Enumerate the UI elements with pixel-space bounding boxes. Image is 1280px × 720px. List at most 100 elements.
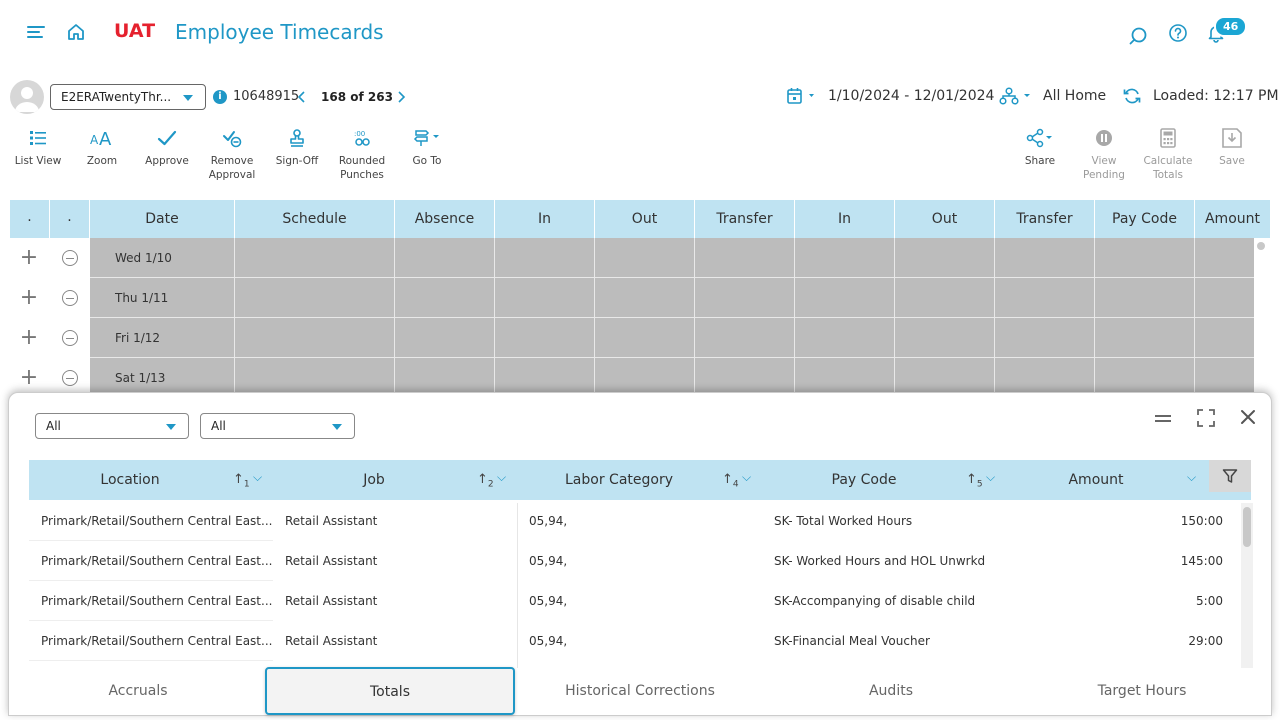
zoom-label: Zoom [86, 155, 118, 167]
share-button[interactable]: Share [1008, 126, 1072, 168]
signpost-icon [395, 126, 459, 150]
share-label: Share [1024, 155, 1056, 167]
list-view-label: List View [14, 155, 62, 167]
approve-button[interactable]: Approve [135, 126, 199, 168]
column-date[interactable]: Date [90, 200, 235, 238]
info-icon[interactable]: i [213, 90, 227, 104]
date-range[interactable]: 1/10/2024 - 12/01/2024 [828, 88, 994, 104]
column-job[interactable]: Job [273, 460, 475, 500]
add-row-icon[interactable]: + [10, 238, 48, 278]
view-pending-button[interactable]: View Pending [1072, 126, 1136, 182]
remove-row-icon[interactable] [62, 250, 78, 266]
column-transfer[interactable]: Transfer [695, 200, 795, 238]
column-in[interactable]: In [495, 200, 595, 238]
hierarchy-picker[interactable] [999, 87, 1037, 109]
remove-approval-icon [200, 126, 264, 150]
sort-labor-category[interactable]: ↑4 [722, 472, 739, 490]
calendar-picker[interactable] [786, 87, 822, 109]
table-row[interactable]: + Fri 1/12 [10, 318, 1254, 358]
approve-label: Approve [145, 155, 189, 167]
table-row[interactable]: + Thu 1/11 [10, 278, 1254, 318]
sign-off-button[interactable]: Sign-Off [265, 126, 329, 168]
list-view-button[interactable]: List View [6, 126, 70, 168]
cell-amount: 150:00 [1180, 514, 1223, 528]
remove-row-icon[interactable] [62, 290, 78, 306]
cell-labor: 05,94, [529, 594, 568, 608]
view-pending-label: View Pending [1083, 155, 1125, 181]
table-row[interactable]: Primark/Retail/Southern Central East... … [29, 581, 1251, 621]
remove-approval-button[interactable]: Remove Approval [200, 126, 264, 182]
remove-row-icon[interactable] [62, 330, 78, 346]
calculator-icon [1136, 126, 1200, 150]
filter-select-1-value: All [46, 419, 61, 433]
employee-id: 10648915 [233, 89, 300, 104]
cell-labor: 05,94, [529, 554, 568, 568]
next-employee-button[interactable] [396, 89, 406, 109]
column-in-2[interactable]: In [795, 200, 895, 238]
filter-select-1[interactable]: All [35, 413, 189, 439]
chevron-down-icon[interactable]: ⌵ [742, 470, 751, 485]
chevron-down-icon[interactable]: ⌵ [986, 470, 995, 485]
tab-accruals[interactable]: Accruals [13, 668, 263, 714]
tab-totals[interactable]: Totals [265, 667, 515, 715]
calculate-totals-button[interactable]: Calculate Totals [1136, 126, 1200, 182]
filter-button[interactable] [1209, 460, 1251, 492]
scrollbar-thumb[interactable] [1243, 507, 1251, 547]
table-row[interactable]: Primark/Retail/Southern Central East... … [29, 621, 1251, 661]
column-location[interactable]: Location [29, 460, 231, 500]
go-to-button[interactable]: Go To [395, 126, 459, 168]
expand-icon[interactable] [1196, 408, 1216, 432]
table-row[interactable]: Primark/Retail/Southern Central East... … [29, 501, 1251, 541]
sort-pay-code[interactable]: ↑5 [966, 472, 983, 490]
rounded-punches-button[interactable]: :00 Rounded Punches [330, 126, 394, 182]
filter-select-2[interactable]: All [200, 413, 355, 439]
remove-row-icon[interactable] [62, 370, 78, 386]
column-pay-code[interactable]: Pay Code [1095, 200, 1195, 238]
sort-job[interactable]: ↑2 [477, 472, 494, 490]
zoom-button[interactable]: AA Zoom [70, 126, 134, 168]
menu-icon[interactable] [24, 20, 48, 44]
totals-scrollbar[interactable] [1241, 503, 1253, 668]
minimize-icon[interactable] [1153, 411, 1173, 430]
help-icon[interactable] [1166, 21, 1190, 45]
chevron-down-icon[interactable]: ⌵ [253, 470, 262, 485]
sort-location[interactable]: ↑1 [233, 472, 250, 490]
save-button[interactable]: Save [1200, 126, 1264, 168]
zoom-text-icon: AA [70, 126, 134, 150]
refresh-icon[interactable] [1122, 86, 1142, 110]
column-amount[interactable]: Amount [1195, 200, 1270, 238]
row-cells [90, 238, 1254, 278]
column-absence[interactable]: Absence [395, 200, 495, 238]
column-pay-code[interactable]: Pay Code [762, 460, 966, 500]
column-out-2[interactable]: Out [895, 200, 995, 238]
cell-job: Retail Assistant [285, 634, 378, 648]
avatar [10, 80, 44, 114]
funnel-icon [1222, 469, 1238, 483]
tab-target-hours[interactable]: Target Hours [1017, 668, 1267, 714]
location-selection[interactable]: All Home [1043, 88, 1106, 104]
share-icon [1008, 126, 1072, 150]
employee-select[interactable]: E2ERATwentyThr... [50, 84, 206, 110]
chevron-down-icon[interactable]: ⌵ [497, 470, 506, 485]
add-row-icon[interactable]: + [10, 278, 48, 318]
column-out[interactable]: Out [595, 200, 695, 238]
totals-table-header: Location ↑1 ⌵ Job ↑2 ⌵ Labor Category ↑4… [29, 460, 1251, 500]
close-icon[interactable] [1239, 408, 1257, 430]
previous-employee-button[interactable] [297, 89, 307, 109]
table-row[interactable]: + Wed 1/10 [10, 238, 1254, 278]
column-amount[interactable]: Amount [1006, 460, 1186, 500]
grid-scrollbar[interactable] [1257, 242, 1265, 250]
app-header: UAT Employee Timecards 46 [0, 0, 1280, 66]
column-transfer-2[interactable]: Transfer [995, 200, 1095, 238]
search-icon[interactable] [1126, 24, 1150, 48]
row-date: Fri 1/12 [115, 331, 161, 345]
column-labor-category[interactable]: Labor Category [517, 460, 721, 500]
add-row-icon[interactable]: + [10, 318, 48, 358]
chevron-down-icon[interactable]: ⌵ [1187, 470, 1196, 485]
cell-location: Primark/Retail/Southern Central East... [41, 554, 273, 568]
table-row[interactable]: Primark/Retail/Southern Central East... … [29, 541, 1251, 581]
column-schedule[interactable]: Schedule [235, 200, 395, 238]
home-icon[interactable] [64, 20, 88, 44]
tab-audits[interactable]: Audits [766, 668, 1016, 714]
tab-historical-corrections[interactable]: Historical Corrections [515, 668, 765, 714]
